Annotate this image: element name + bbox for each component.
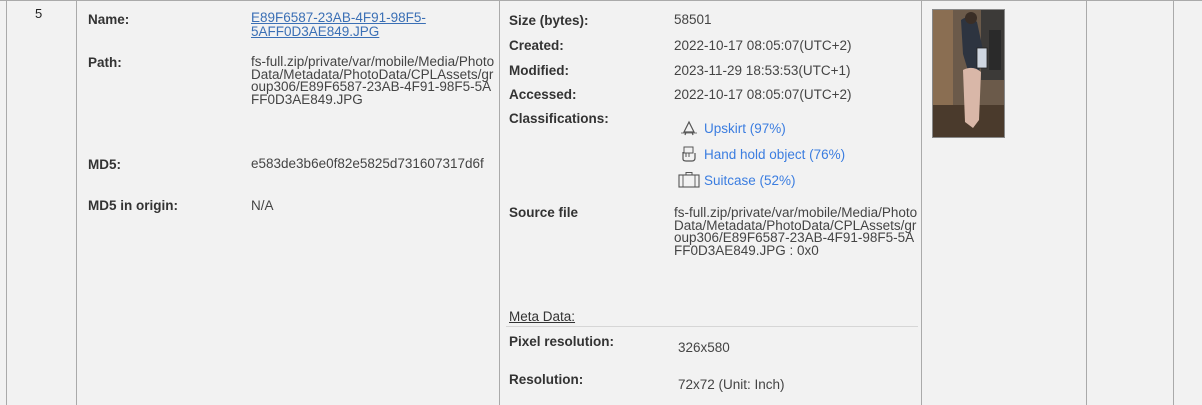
row-top-border	[0, 0, 1202, 1]
accessed-value: 2022-10-17 08:05:07(UTC+2)	[674, 87, 852, 102]
accessed-label: Accessed:	[509, 87, 577, 102]
meta-divider	[506, 326, 918, 327]
source-file-label: Source file	[509, 205, 579, 220]
col-border	[6, 0, 7, 405]
md5-label: MD5:	[88, 157, 121, 172]
col-border	[921, 0, 922, 405]
md5-origin-value: N/A	[251, 198, 274, 213]
classification-label: Upskirt (97%)	[704, 120, 786, 136]
created-value: 2022-10-17 08:05:07(UTC+2)	[674, 38, 852, 53]
path-label: Path:	[88, 55, 122, 70]
thumbnail-image	[933, 10, 1004, 137]
file-name-link[interactable]: E89F6587-23AB-4F91-98F5-5AFF0D3AE849.JPG	[251, 11, 491, 39]
evidence-row: 5 Name: E89F6587-23AB-4F91-98F5-5AFF0D3A…	[0, 0, 1202, 405]
created-label: Created:	[509, 38, 564, 53]
col-border	[499, 0, 500, 405]
image-thumbnail[interactable]	[932, 9, 1005, 138]
classifications-label: Classifications:	[509, 111, 609, 126]
source-file-value: fs-full.zip/private/var/mobile/Media/Pho…	[674, 205, 918, 258]
modified-label: Modified:	[509, 63, 569, 78]
classification-hand-hold[interactable]: Hand hold object (76%)	[678, 146, 845, 162]
classification-suitcase[interactable]: Suitcase (52%)	[678, 172, 796, 188]
modified-value: 2023-11-29 18:53:53(UTC+1)	[674, 63, 851, 78]
md5-value: e583de3b6e0f82e5825d731607317d6f	[251, 156, 484, 171]
col-border	[1086, 0, 1087, 405]
resolution-value: 72x72 (Unit: Inch)	[678, 377, 785, 392]
pixel-resolution-value: 326x580	[678, 340, 730, 355]
meta-data-heading: Meta Data:	[509, 309, 576, 324]
md5-origin-label: MD5 in origin:	[88, 198, 178, 213]
hand-hold-icon	[682, 146, 696, 162]
suitcase-icon	[678, 172, 700, 188]
upskirt-icon	[681, 120, 697, 136]
classification-upskirt[interactable]: Upskirt (97%)	[678, 120, 786, 136]
row-index: 5	[35, 6, 43, 21]
size-value: 58501	[674, 12, 712, 27]
resolution-label: Resolution:	[509, 372, 584, 387]
pixel-resolution-label: Pixel resolution:	[509, 334, 615, 349]
name-label: Name:	[88, 12, 130, 27]
classification-label: Hand hold object (76%)	[704, 146, 846, 162]
classification-label: Suitcase (52%)	[704, 172, 796, 188]
size-label: Size (bytes):	[509, 13, 589, 28]
path-value: fs-full.zip/private/var/mobile/Media/Pho…	[251, 54, 495, 107]
col-border	[1173, 0, 1174, 405]
col-border	[76, 0, 77, 405]
